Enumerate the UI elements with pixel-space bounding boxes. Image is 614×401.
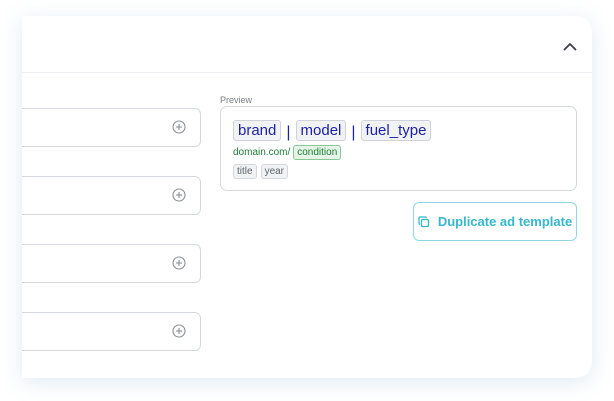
description-token-title: title (233, 164, 257, 179)
ad-preview: brand | model | fuel_type domain.com/ co… (220, 106, 577, 191)
card-header (22, 16, 592, 73)
headline-token-fuel-type: fuel_type (360, 120, 432, 141)
add-token-button[interactable] (172, 120, 186, 134)
add-token-button[interactable] (172, 324, 186, 338)
add-token-button[interactable] (172, 188, 186, 202)
preview-url: domain.com/ condition (233, 145, 342, 160)
copy-icon (418, 215, 430, 228)
duplicate-ad-template-button[interactable]: Duplicate ad template (413, 202, 577, 241)
plus-circle-icon (172, 324, 186, 338)
plus-circle-icon (172, 256, 186, 270)
headline-input-field-1[interactable] (22, 108, 201, 147)
duplicate-button-label: Duplicate ad template (437, 214, 573, 229)
headline-input-field-4[interactable] (22, 312, 201, 351)
url-token-condition: condition (293, 145, 342, 160)
preview-description: title year (233, 164, 292, 179)
headline-input-field-3[interactable] (22, 244, 201, 283)
headline-separator: | (286, 123, 291, 141)
plus-circle-icon (172, 188, 186, 202)
preview-domain: domain.com/ (233, 147, 291, 158)
preview-headline: brand | model | fuel_type (233, 120, 432, 141)
description-token-year: year (260, 164, 289, 179)
add-token-button[interactable] (172, 256, 186, 270)
preview-label: Preview (220, 95, 253, 105)
plus-circle-icon (172, 120, 186, 134)
ad-template-card: Preview brand | model | fuel_type domain… (22, 16, 592, 378)
collapse-button[interactable] (560, 36, 580, 56)
headline-token-model: model (295, 120, 347, 141)
headline-token-brand: brand (233, 120, 282, 141)
headline-input-field-2[interactable] (22, 176, 201, 215)
chevron-up-icon (563, 42, 577, 50)
headline-separator: | (351, 123, 356, 141)
